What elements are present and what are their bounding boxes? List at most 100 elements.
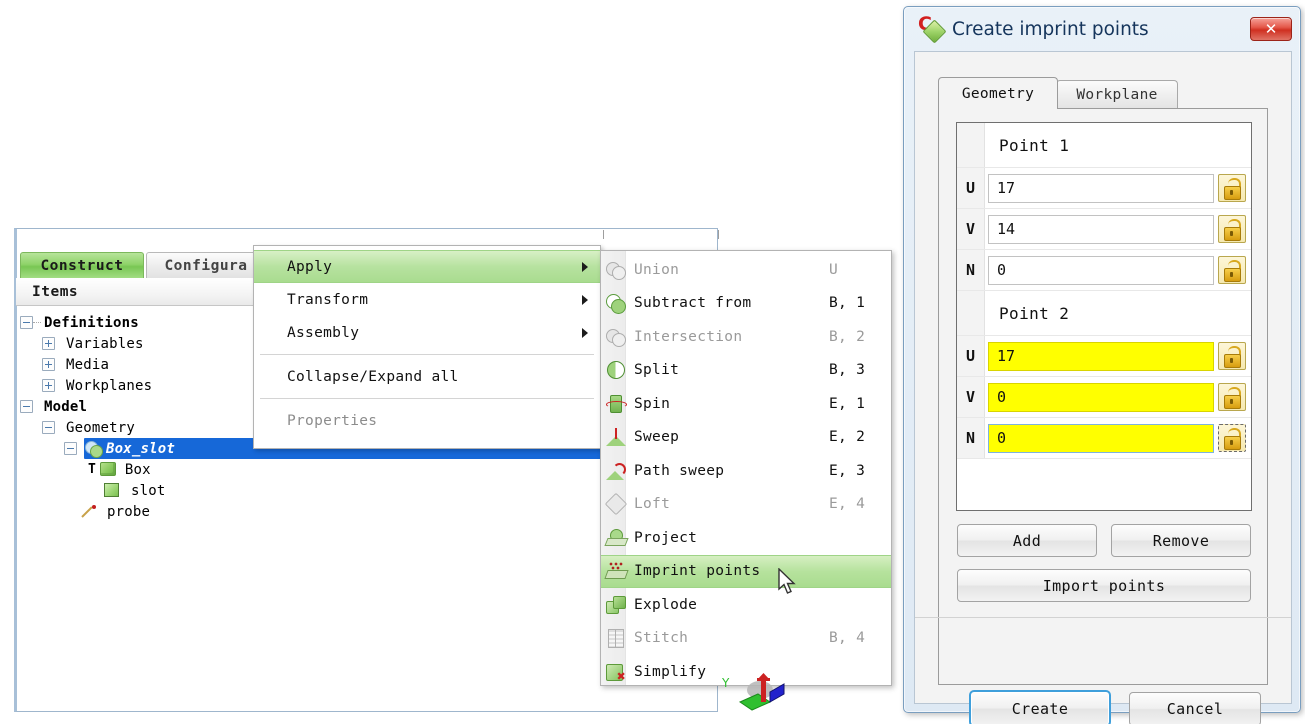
submenu-arrow-icon xyxy=(582,261,588,272)
tree-item-label: probe xyxy=(107,503,151,520)
submenu-item-intersection[interactable]: Intersection B, 2 xyxy=(601,320,891,354)
minus-expander-icon[interactable] xyxy=(42,421,55,434)
submenu-item-label: Split xyxy=(634,362,680,379)
point-2-row-v: V 0 xyxy=(957,377,1251,417)
dialog-title-bar: Create imprint points ✕ xyxy=(904,7,1300,51)
unlocked-icon[interactable] xyxy=(1218,174,1246,202)
import-points-button-label: Import points xyxy=(1042,576,1166,595)
project-icon xyxy=(604,527,628,549)
submenu-item-shortcut: E, 1 xyxy=(829,395,866,412)
submenu-item-shortcut: B, 3 xyxy=(829,362,866,379)
submenu-item-shortcut: E, 2 xyxy=(829,429,866,446)
menu-item-apply[interactable]: Apply xyxy=(254,250,600,283)
simplify-icon xyxy=(604,661,628,683)
menu-item-assembly[interactable]: Assembly xyxy=(254,316,600,349)
boolean-union-icon xyxy=(85,441,103,458)
menu-item-label: Apply xyxy=(287,258,333,275)
minus-expander-icon[interactable] xyxy=(20,400,33,413)
row-label-u: U xyxy=(957,168,985,208)
row-label-spacer xyxy=(957,291,985,335)
submenu-item-label: Explode xyxy=(634,596,698,613)
plus-expander-icon[interactable] xyxy=(42,337,55,350)
submenu-item-split[interactable]: Split B, 3 xyxy=(601,354,891,388)
menu-item-label: Assembly xyxy=(287,324,360,341)
unlocked-icon[interactable] xyxy=(1218,256,1246,284)
tab-configurations-label: Configura xyxy=(164,257,248,274)
submenu-item-label: Imprint points xyxy=(634,563,761,580)
menu-item-collapse-expand-all[interactable]: Collapse/Expand all xyxy=(254,360,600,393)
split-icon xyxy=(604,359,628,381)
create-button[interactable]: Create xyxy=(969,690,1111,724)
unlocked-icon[interactable] xyxy=(1218,215,1246,243)
tree-item-box[interactable]: T Box xyxy=(20,459,440,480)
plus-expander-icon[interactable] xyxy=(42,358,55,371)
submenu-item-explode[interactable]: Explode xyxy=(601,588,891,622)
transform-marker: T xyxy=(88,462,96,477)
tab-configurations[interactable]: Configura xyxy=(146,252,266,278)
tree-item-label: Definitions xyxy=(44,314,139,331)
tree-item-label: Box_slot xyxy=(106,440,176,457)
submenu-item-spin[interactable]: Spin E, 1 xyxy=(601,387,891,421)
create-button-label: Create xyxy=(1011,699,1069,718)
dialog-body: Workplane Geometry Point 1 U 17 V 14 N 0… xyxy=(914,51,1292,724)
point-group-header: Point 1 xyxy=(957,123,1251,167)
point-1-v-input[interactable]: 14 xyxy=(988,214,1214,244)
submenu-item-sweep[interactable]: Sweep E, 2 xyxy=(601,421,891,455)
row-label-v: V xyxy=(957,377,985,417)
submenu-item-project[interactable]: Project xyxy=(601,521,891,555)
close-icon[interactable]: ✕ xyxy=(1250,17,1292,41)
submenu-item-shortcut: E, 4 xyxy=(829,496,866,513)
unlocked-icon[interactable] xyxy=(1218,342,1246,370)
menu-item-transform[interactable]: Transform xyxy=(254,283,600,316)
menu-item-label: Collapse/Expand all xyxy=(287,368,459,385)
submenu-item-simplify[interactable]: Simplify xyxy=(601,655,891,689)
mouse-cursor xyxy=(778,568,796,594)
create-imprint-points-dialog: Create imprint points ✕ Workplane Geomet… xyxy=(903,6,1301,724)
plus-expander-icon[interactable] xyxy=(42,379,55,392)
cube-icon xyxy=(99,462,117,477)
tab-geometry-label: Geometry xyxy=(961,85,1035,102)
tree-item-slot[interactable]: slot xyxy=(20,480,440,501)
tab-geometry[interactable]: Geometry xyxy=(938,77,1058,109)
submenu-item-shortcut: U xyxy=(829,261,839,278)
point-2-u-input[interactable]: 17 xyxy=(988,341,1214,371)
tree-item-probe[interactable]: probe xyxy=(20,501,440,522)
point-2-n-input[interactable]: 0 xyxy=(988,423,1214,453)
remove-button[interactable]: Remove xyxy=(1111,524,1251,557)
unlocked-icon[interactable] xyxy=(1218,383,1246,411)
tab-construct[interactable]: Construct xyxy=(20,252,144,278)
submenu-item-path-sweep[interactable]: Path sweep E, 3 xyxy=(601,454,891,488)
context-menu[interactable]: Apply Transform Assembly Collapse/Expand… xyxy=(253,245,601,449)
menu-separator xyxy=(260,354,594,355)
submenu-arrow-icon xyxy=(582,327,588,338)
import-points-button[interactable]: Import points xyxy=(957,569,1251,602)
submenu-item-imprint-points[interactable]: Imprint points xyxy=(601,554,891,588)
tab-workplane[interactable]: Workplane xyxy=(1056,80,1178,109)
unlocked-icon[interactable] xyxy=(1218,424,1246,452)
minus-expander-icon[interactable] xyxy=(64,442,77,455)
menu-item-properties[interactable]: Properties xyxy=(254,404,600,437)
apply-submenu[interactable]: Union U Subtract from B, 1 Intersection … xyxy=(600,250,892,686)
row-label-spacer xyxy=(957,123,985,167)
add-button-label: Add xyxy=(1012,531,1042,550)
minus-expander-icon[interactable] xyxy=(20,316,33,329)
point-1-n-input[interactable]: 0 xyxy=(988,255,1214,285)
submenu-item-stitch[interactable]: Stitch B, 4 xyxy=(601,622,891,656)
submenu-item-union[interactable]: Union U xyxy=(601,253,891,287)
point-1-u-input[interactable]: 17 xyxy=(988,173,1214,203)
dialog-title: Create imprint points xyxy=(952,18,1149,40)
submenu-item-subtract-from[interactable]: Subtract from B, 1 xyxy=(601,287,891,321)
submenu-item-shortcut: E, 3 xyxy=(829,462,866,479)
submenu-item-label: Simplify xyxy=(634,663,707,680)
cancel-button[interactable]: Cancel xyxy=(1129,692,1261,724)
point-2-header-label: Point 2 xyxy=(985,291,1251,335)
sweep-icon xyxy=(604,426,628,448)
union-icon xyxy=(604,259,628,281)
add-button[interactable]: Add xyxy=(957,524,1097,557)
point-2-v-input[interactable]: 0 xyxy=(988,382,1214,412)
submenu-item-label: Intersection xyxy=(634,328,743,345)
submenu-item-loft[interactable]: Loft E, 4 xyxy=(601,488,891,522)
imprint-points-icon xyxy=(604,560,628,582)
items-header-label: Items xyxy=(32,283,79,300)
tree-item-label: Variables xyxy=(66,335,144,352)
